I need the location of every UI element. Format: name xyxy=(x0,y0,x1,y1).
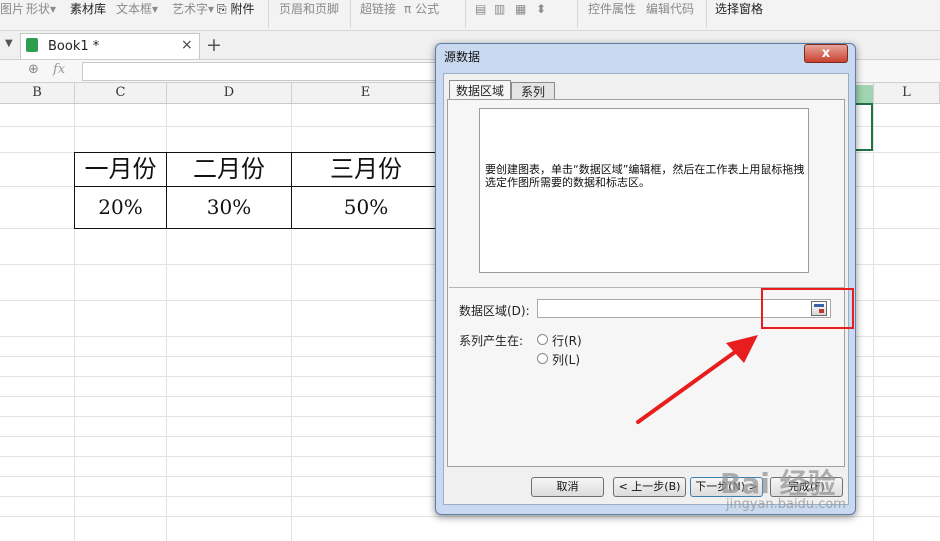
tab-title: Book1 * xyxy=(48,39,100,54)
table-header-cell[interactable]: 一月份 xyxy=(74,152,167,187)
watermark-url: jingyan.baidu.com xyxy=(726,497,846,512)
ribbon-item-hyperlink[interactable]: 超链接 xyxy=(360,0,396,18)
radio-row[interactable] xyxy=(537,334,548,345)
ribbon-separator xyxy=(465,0,466,28)
form-icon[interactable]: ▦ xyxy=(515,0,526,18)
radio-column-label[interactable]: 列(L) xyxy=(552,351,580,368)
annotation-arrow xyxy=(636,335,758,424)
column-header-e[interactable]: E xyxy=(292,83,440,103)
ribbon-item-wordart[interactable]: 艺术字▾ xyxy=(172,0,214,18)
ribbon-item-edit-code[interactable]: 编辑代码 xyxy=(646,0,694,18)
instruction-text: 要创建图表，单击“数据区域”编辑框，然后在工作表上用鼠标拖拽选定作图所需要的数据… xyxy=(485,163,805,189)
ribbon-separator xyxy=(268,0,269,28)
ribbon-item-selection-pane[interactable]: 选择窗格 xyxy=(715,0,763,18)
zoom-icon[interactable]: ⊕ xyxy=(28,62,39,77)
ribbon-item-formula[interactable]: π 公式 xyxy=(404,0,439,18)
cancel-button[interactable]: 取消 xyxy=(531,477,604,497)
tab-data-range[interactable]: 数据区域 xyxy=(449,80,511,100)
pi-icon: π xyxy=(404,2,412,16)
ribbon-item-attachment[interactable]: ⎘ 附件 xyxy=(217,0,254,18)
ribbon-item-control-properties[interactable]: 控件属性 xyxy=(588,0,636,18)
paperclip-icon: ⎘ xyxy=(217,2,227,16)
form-icon[interactable]: ▥ xyxy=(494,0,505,18)
dialog-close-button[interactable]: x xyxy=(804,44,848,63)
ribbon-separator xyxy=(350,0,351,28)
table-value-cell[interactable]: 30% xyxy=(166,186,292,229)
ribbon-item-shapes[interactable]: 形状▾ xyxy=(26,0,56,18)
ribbon-item-picture[interactable]: 图片 xyxy=(0,0,24,18)
form-icon[interactable]: ▤ xyxy=(475,0,486,18)
spinner-icon[interactable]: ⬍ xyxy=(536,0,546,18)
selected-column-highlight xyxy=(853,85,873,103)
data-range-label: 数据区域(D): xyxy=(459,304,530,318)
table-header-cell[interactable]: 三月份 xyxy=(291,152,441,187)
close-tab-icon[interactable]: × xyxy=(181,37,193,53)
watermark-logo: Bai 经验 xyxy=(720,467,836,500)
column-header-c[interactable]: C xyxy=(75,83,167,103)
grid-line xyxy=(0,516,940,517)
back-button[interactable]: < 上一步(B) xyxy=(613,477,686,497)
column-header-b[interactable]: B xyxy=(0,83,75,103)
ribbon-item-material[interactable]: 素材库 xyxy=(70,0,106,18)
dialog-title: 源数据 xyxy=(444,50,481,64)
chevron-down-icon: ▾ xyxy=(50,2,57,16)
radio-column[interactable] xyxy=(537,353,548,364)
chart-preview-area xyxy=(479,108,809,273)
ribbon-separator xyxy=(577,0,578,28)
tab-series[interactable]: 系列 xyxy=(511,82,555,100)
spreadsheet-icon xyxy=(26,38,38,52)
series-in-label: 系列产生在: xyxy=(459,334,524,348)
table-header-cell[interactable]: 二月份 xyxy=(166,152,292,187)
chevron-down-icon: ▾ xyxy=(208,2,215,16)
table-value-cell[interactable]: 20% xyxy=(74,186,167,229)
fx-icon[interactable]: fx xyxy=(53,62,65,77)
ribbon-item-header-footer[interactable]: 页眉和页脚 xyxy=(279,0,339,18)
radio-row-label[interactable]: 行(R) xyxy=(552,332,582,349)
tab-book1[interactable]: Book1 * × xyxy=(20,33,200,59)
ribbon-item-textbox[interactable]: 文本框▾ xyxy=(116,0,158,18)
formula-input[interactable] xyxy=(82,62,444,81)
column-header-l[interactable]: L xyxy=(874,83,940,103)
chevron-down-icon: ▾ xyxy=(152,2,159,16)
column-header-d[interactable]: D xyxy=(167,83,292,103)
tab-list-chevron-icon[interactable]: ▼ xyxy=(5,38,13,49)
selected-cell[interactable] xyxy=(853,103,873,151)
annotation-highlight-box xyxy=(761,288,854,329)
ribbon-toolbar: 图片 形状▾ 素材库 文本框▾ 艺术字▾ ⎘ 附件 页眉和页脚 超链接 π 公式… xyxy=(0,0,940,31)
ribbon-separator xyxy=(706,0,707,28)
new-tab-button[interactable]: + xyxy=(206,34,222,56)
table-value-cell[interactable]: 50% xyxy=(291,186,441,229)
